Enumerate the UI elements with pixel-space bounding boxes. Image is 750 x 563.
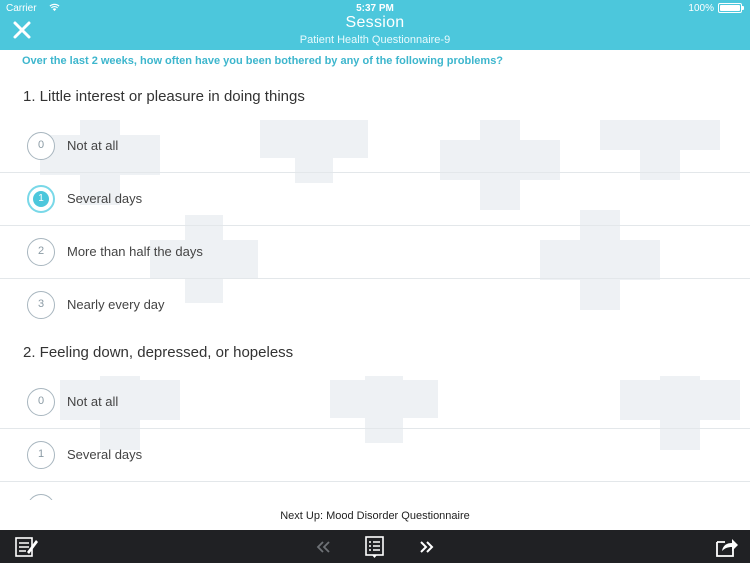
share-button[interactable] <box>713 534 739 560</box>
option-label: More than half the days <box>67 244 203 259</box>
question-list-button[interactable] <box>362 534 388 560</box>
question-text: 2. Feeling down, depressed, or hopeless <box>23 344 294 361</box>
notes-icon <box>15 537 38 557</box>
answer-option[interactable]: 3 Nearly every day <box>0 279 750 332</box>
selected-indicator: 1 <box>33 191 49 207</box>
answer-option-selected[interactable]: 1 Several days <box>0 173 750 226</box>
next-up-label: Next Up: Mood Disorder Questionnaire <box>0 500 750 530</box>
option-number-badge: 0 <box>27 132 55 160</box>
option-label: Not at all <box>67 394 119 409</box>
next-button[interactable] <box>413 534 439 560</box>
option-number-badge: 1 <box>27 441 55 469</box>
questionnaire-content[interactable]: Over the last 2 weeks, how often have yo… <box>0 50 750 530</box>
option-label: Several days <box>67 191 143 206</box>
question-text: 1. Little interest or pleasure in doing … <box>23 88 305 105</box>
option-label: Nearly every day <box>67 297 165 312</box>
question-list-icon <box>365 536 384 558</box>
option-number-badge: 0 <box>27 388 55 416</box>
answer-option[interactable]: 0 Not at all <box>0 376 750 429</box>
bottom-toolbar <box>0 530 750 563</box>
double-chevron-left-icon <box>316 541 330 553</box>
battery-percent: 100% <box>688 3 714 14</box>
share-icon <box>716 539 738 557</box>
double-chevron-right-icon <box>420 541 434 553</box>
status-time: 5:37 PM <box>356 3 394 14</box>
answer-option[interactable]: 2 More than half the days <box>0 226 750 279</box>
option-number-badge: 3 <box>27 291 55 319</box>
question-header: 2. Feeling down, depressed, or hopeless <box>0 332 750 376</box>
page-subtitle: Patient Health Questionnaire-9 <box>299 34 451 46</box>
option-label: Not at all <box>67 138 119 153</box>
battery-icon <box>718 3 744 13</box>
notes-button[interactable] <box>13 534 39 560</box>
answer-option[interactable]: 1 Several days <box>0 429 750 482</box>
instruction-text: Over the last 2 weeks, how often have yo… <box>22 55 504 67</box>
page-title: Session <box>345 14 405 31</box>
answer-option[interactable]: 0 Not at all <box>0 120 750 173</box>
option-number-badge: 1 <box>27 185 55 213</box>
option-label: Several days <box>67 447 143 462</box>
question-header: 1. Little interest or pleasure in doing … <box>0 76 750 120</box>
option-number-badge: 2 <box>27 238 55 266</box>
previous-button[interactable] <box>311 534 337 560</box>
header-bar: Carrier 5:37 PM 100% Session Patient Hea… <box>0 0 750 50</box>
